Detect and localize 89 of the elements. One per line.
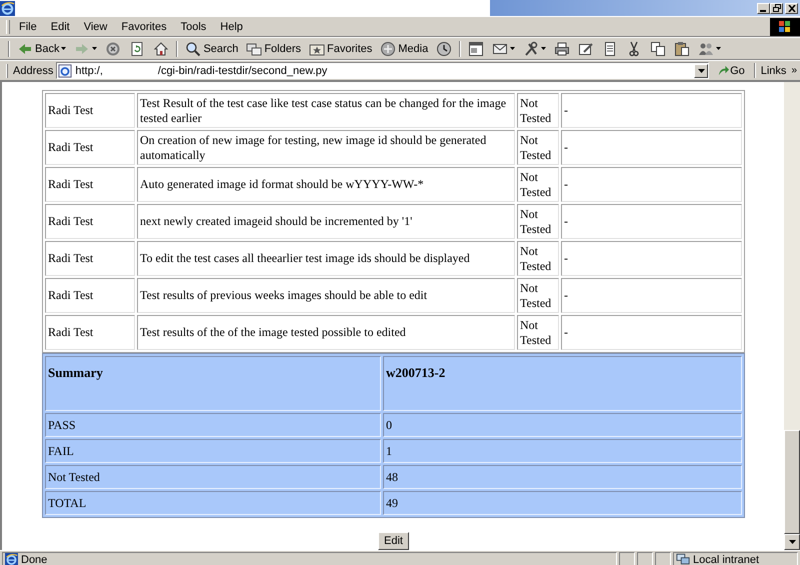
status-cell: Not Tested bbox=[517, 93, 559, 128]
description-cell: To edit the test cases all theearlier test image ids should be displayed bbox=[137, 241, 515, 276]
browser-icon bbox=[0, 0, 15, 16]
more-button[interactable]: » bbox=[791, 65, 800, 76]
people-icon bbox=[698, 40, 714, 56]
group-cell: Radi Test bbox=[45, 167, 135, 202]
comment-cell: - bbox=[561, 204, 742, 239]
summary-value-cell: 49 bbox=[383, 491, 742, 515]
description-cell: Test results of previous weeks images should be able to edit bbox=[137, 278, 515, 313]
status-cell: Not Tested bbox=[517, 241, 559, 276]
summary-header-cell: Summary bbox=[45, 356, 381, 411]
folders-button[interactable]: Folders bbox=[243, 40, 304, 58]
zone-text: Local intranet bbox=[693, 554, 760, 565]
scroll-down-button[interactable] bbox=[784, 534, 800, 550]
refresh-icon bbox=[129, 40, 146, 56]
status-cell: Not Tested bbox=[517, 204, 559, 239]
description-cell: Auto generated image id format should be wYYYY-WW-* bbox=[137, 167, 515, 202]
tools-icon bbox=[523, 40, 540, 56]
dropdown-button[interactable] bbox=[694, 64, 708, 78]
favorites-button[interactable]: Favorites bbox=[306, 40, 376, 58]
caret-icon bbox=[698, 68, 705, 72]
status-panel bbox=[637, 552, 653, 565]
group-cell: Radi Test bbox=[45, 241, 135, 276]
menu-item[interactable]: Favorites bbox=[114, 20, 174, 34]
windows-logo-icon bbox=[770, 18, 800, 36]
status-panel bbox=[619, 552, 635, 565]
summary-label-cell: Not Tested bbox=[45, 465, 381, 489]
edit-icon bbox=[578, 40, 594, 56]
menu-item[interactable]: View bbox=[76, 20, 114, 34]
summary-label-cell: FAIL bbox=[45, 439, 381, 463]
comment-cell: - bbox=[561, 315, 742, 350]
description-cell: Test Result of the test case like test case status can be changed for the image tested earlier bbox=[137, 93, 515, 128]
menu-item[interactable]: File bbox=[12, 20, 44, 34]
comment-cell: - bbox=[561, 130, 742, 165]
go-button[interactable]: Go bbox=[712, 64, 751, 76]
description-cell: next newly created imageid should be incremented by '1' bbox=[137, 204, 515, 239]
summary-value-cell: 48 bbox=[383, 465, 742, 489]
vertical-scrollbar[interactable] bbox=[784, 82, 800, 550]
search-icon bbox=[185, 40, 202, 56]
menu-item[interactable]: Tools bbox=[174, 20, 214, 34]
group-cell: Radi Test bbox=[45, 315, 135, 350]
status-cell: Not Tested bbox=[517, 167, 559, 202]
group-cell: Radi Test bbox=[45, 130, 135, 165]
back-button[interactable]: Back bbox=[14, 40, 70, 58]
comment-cell: - bbox=[561, 241, 742, 276]
edit-button[interactable]: Edit bbox=[378, 532, 409, 550]
caret-icon bbox=[788, 540, 796, 544]
status-cell: Not Tested bbox=[517, 130, 559, 165]
description-cell: On creation of new image for testing, new image id should be generated automatically bbox=[137, 130, 515, 165]
comment-cell: - bbox=[561, 93, 742, 128]
history-icon bbox=[436, 40, 452, 56]
comment-cell: - bbox=[561, 278, 742, 313]
copy-icon bbox=[650, 40, 666, 56]
group-cell: Radi Test bbox=[45, 204, 135, 239]
restore-button[interactable] bbox=[770, 2, 783, 14]
close-button[interactable] bbox=[785, 2, 798, 14]
summary-label-cell: PASS bbox=[45, 413, 381, 437]
group-cell: Radi Test bbox=[45, 278, 135, 313]
address-field[interactable]: http:/, /cgi-bin/radi-testdir/second_new.py bbox=[75, 64, 692, 76]
media-button[interactable]: Media bbox=[377, 40, 432, 58]
minimize-button[interactable] bbox=[757, 2, 770, 14]
group-cell: Radi Test bbox=[45, 93, 135, 128]
address-label: Address bbox=[13, 64, 54, 76]
status-panel bbox=[655, 552, 671, 565]
printer-icon bbox=[554, 40, 570, 56]
clipboard-icon bbox=[674, 40, 690, 56]
status-cell: Not Tested bbox=[517, 315, 559, 350]
network-icon bbox=[676, 553, 690, 565]
arrow-icon bbox=[718, 65, 730, 76]
links-button[interactable]: Links bbox=[758, 64, 788, 76]
scrollbar-thumb[interactable] bbox=[784, 430, 800, 534]
summary-header-cell: w200713-2 bbox=[383, 356, 742, 411]
window-icon bbox=[468, 40, 484, 56]
status-cell: Not Tested bbox=[517, 278, 559, 313]
page-icon bbox=[5, 553, 18, 565]
summary-value-cell: 0 bbox=[383, 413, 742, 437]
summary-value-cell: 1 bbox=[383, 439, 742, 463]
comment-cell: - bbox=[561, 167, 742, 202]
summary-label-cell: TOTAL bbox=[45, 491, 381, 515]
folder-icon bbox=[246, 40, 262, 56]
page-icon bbox=[58, 64, 72, 78]
status-text: Done bbox=[21, 554, 48, 565]
home-icon bbox=[153, 40, 170, 56]
address-bar[interactable]: http:/, /cgi-bin/radi-testdir/second_new.py bbox=[56, 62, 710, 79]
menu-item[interactable]: Edit bbox=[44, 20, 77, 34]
description-cell: Test results of the of the image tested possible to edited bbox=[137, 315, 515, 350]
stop-icon bbox=[105, 40, 122, 56]
menu-item[interactable]: Help bbox=[213, 20, 250, 34]
search-button[interactable]: Search bbox=[182, 40, 242, 58]
